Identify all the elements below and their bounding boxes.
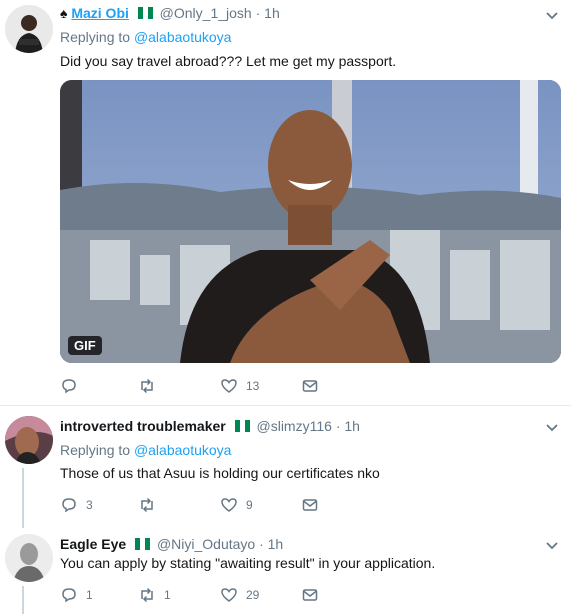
like-count: 13 xyxy=(246,379,260,393)
heart-icon xyxy=(221,498,237,512)
replying-to: Replying to @alabaotukoya xyxy=(60,29,231,45)
envelope-icon xyxy=(302,499,318,511)
handle[interactable]: @slimzy116 xyxy=(257,418,332,434)
retweet-count: 1 xyxy=(164,588,171,602)
avatar[interactable] xyxy=(5,416,53,464)
envelope-icon xyxy=(302,380,318,392)
handle[interactable]: @Only_1_josh xyxy=(160,5,252,21)
retweet-button[interactable] xyxy=(138,496,156,514)
tweet-actions: 3 9 xyxy=(60,496,360,514)
thread-line xyxy=(22,586,24,614)
retweet-icon xyxy=(141,587,153,603)
tweet-header: Eagle Eye @Niyi_Odutayo · 1h xyxy=(60,535,283,553)
timestamp[interactable]: · 1h xyxy=(336,418,360,434)
tweet-header: introverted troublemaker @slimzy116 · 1h xyxy=(60,417,360,435)
replying-label: Replying to xyxy=(60,442,131,458)
envelope-icon xyxy=(302,589,318,601)
retweet-icon xyxy=(141,497,153,513)
display-name[interactable]: Eagle Eye xyxy=(60,536,126,552)
spade-icon: ♠ xyxy=(60,5,68,21)
tweet-text: You can apply by stating "awaiting resul… xyxy=(60,555,436,571)
thread-line xyxy=(22,468,24,516)
nigeria-flag-icon xyxy=(234,418,250,432)
reply-button[interactable]: 1 xyxy=(60,586,93,604)
reply-icon xyxy=(62,379,76,394)
message-button[interactable] xyxy=(301,377,319,395)
tweet-actions: 1 1 29 xyxy=(60,586,360,604)
like-button[interactable]: 13 xyxy=(220,377,259,395)
retweet-button[interactable] xyxy=(138,377,156,395)
tweet-2: introverted troublemaker @slimzy116 · 1h… xyxy=(0,406,571,516)
display-name[interactable]: Mazi Obi xyxy=(71,5,129,21)
replying-to-link[interactable]: @alabaotukoya xyxy=(134,442,232,458)
tweet-actions: 13 xyxy=(60,377,360,395)
nigeria-flag-icon xyxy=(137,5,153,19)
thread-line xyxy=(22,516,24,528)
tweet-text: Those of us that Asuu is holding our cer… xyxy=(60,465,380,481)
chevron-down-icon[interactable] xyxy=(544,420,560,436)
timestamp[interactable]: · 1h xyxy=(256,5,280,21)
like-button[interactable]: 29 xyxy=(220,586,259,604)
message-button[interactable] xyxy=(301,586,319,604)
like-count: 29 xyxy=(246,588,260,602)
heart-icon xyxy=(221,588,237,602)
tweet-1: ♠ Mazi Obi @Only_1_josh · 1h Replying to… xyxy=(0,0,571,404)
replying-label: Replying to xyxy=(60,29,131,45)
retweet-button[interactable]: 1 xyxy=(138,586,171,604)
nigeria-flag-icon xyxy=(135,536,151,550)
avatar[interactable] xyxy=(5,534,53,582)
like-button[interactable]: 9 xyxy=(220,496,253,514)
message-button[interactable] xyxy=(301,496,319,514)
display-name[interactable]: introverted troublemaker xyxy=(60,418,226,434)
reply-icon xyxy=(62,498,76,513)
avatar[interactable] xyxy=(5,5,53,53)
reply-count: 3 xyxy=(86,498,93,512)
reply-button[interactable]: 3 xyxy=(60,496,93,514)
gif-image xyxy=(60,80,561,363)
timestamp[interactable]: · 1h xyxy=(259,536,283,552)
tweet-header: ♠ Mazi Obi @Only_1_josh · 1h xyxy=(60,4,280,22)
reply-count: 1 xyxy=(86,588,93,602)
tweet-text: Did you say travel abroad??? Let me get … xyxy=(60,53,397,69)
retweet-icon xyxy=(141,378,153,394)
gif-media[interactable]: GIF xyxy=(60,80,561,363)
handle[interactable]: @Niyi_Odutayo xyxy=(157,536,255,552)
replying-to-link[interactable]: @alabaotukoya xyxy=(134,29,232,45)
replying-to: Replying to @alabaotukoya xyxy=(60,442,231,458)
reply-button[interactable] xyxy=(60,377,78,395)
chevron-down-icon[interactable] xyxy=(544,8,560,24)
reply-icon xyxy=(62,588,76,603)
heart-icon xyxy=(221,379,237,393)
like-count: 9 xyxy=(246,498,253,512)
gif-badge: GIF xyxy=(68,336,102,355)
chevron-down-icon[interactable] xyxy=(544,538,560,554)
tweet-3: Eagle Eye @Niyi_Odutayo · 1h You can app… xyxy=(0,516,571,614)
